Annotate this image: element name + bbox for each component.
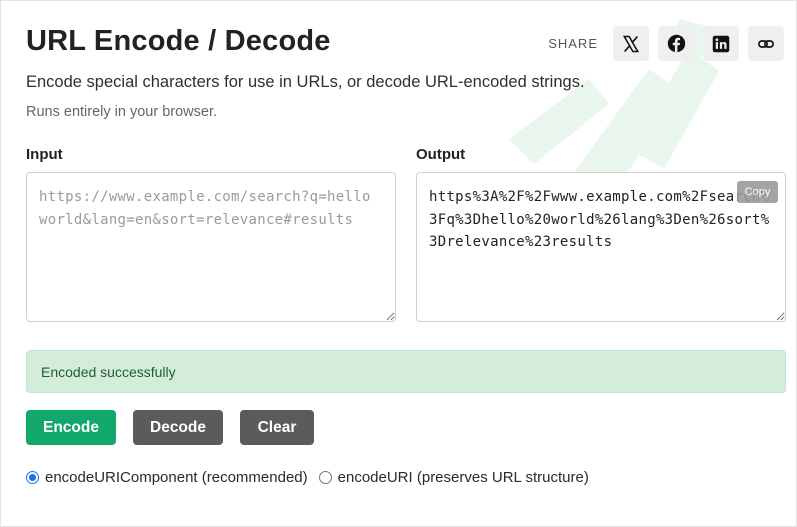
facebook-icon (667, 34, 685, 53)
input-label: Input (26, 146, 63, 163)
encoding-mode-group: encodeURIComponent (recommended) encodeU… (26, 469, 600, 486)
radio-encodeuri[interactable] (318, 471, 332, 484)
radio-label-encodeuricomponent[interactable]: encodeURIComponent (recommended) (45, 469, 308, 486)
share-bar: SHARE (548, 26, 784, 61)
output-textarea[interactable]: https%3A%2F%2Fwww.example.com%2Fsearch%3… (416, 172, 786, 322)
status-message: Encoded successfully (26, 350, 786, 393)
share-facebook-button[interactable] (658, 26, 694, 61)
linkedin-icon (712, 35, 730, 52)
share-label: SHARE (548, 36, 598, 51)
radio-encodeuricomponent[interactable] (26, 471, 39, 484)
page-subtitle: Encode special characters for use in URL… (26, 73, 585, 91)
share-x-button[interactable] (613, 26, 649, 61)
copy-link-button[interactable] (748, 26, 784, 61)
radio-label-encodeuri[interactable]: encodeURI (preserves URL structure) (338, 469, 589, 486)
output-label: Output (416, 146, 466, 163)
encode-button[interactable]: Encode (26, 410, 116, 445)
privacy-note: Runs entirely in your browser. (26, 104, 217, 120)
clear-button[interactable]: Clear (240, 410, 314, 445)
x-logo-icon (622, 35, 640, 52)
tool-panel: URL Encode / Decode SHARE Encode special… (0, 0, 797, 527)
share-linkedin-button[interactable] (703, 26, 739, 61)
copy-output-button[interactable]: Copy (737, 181, 778, 203)
decode-button[interactable]: Decode (133, 410, 223, 445)
link-icon (758, 39, 774, 48)
input-textarea[interactable] (26, 172, 396, 322)
page-title: URL Encode / Decode (26, 25, 331, 57)
